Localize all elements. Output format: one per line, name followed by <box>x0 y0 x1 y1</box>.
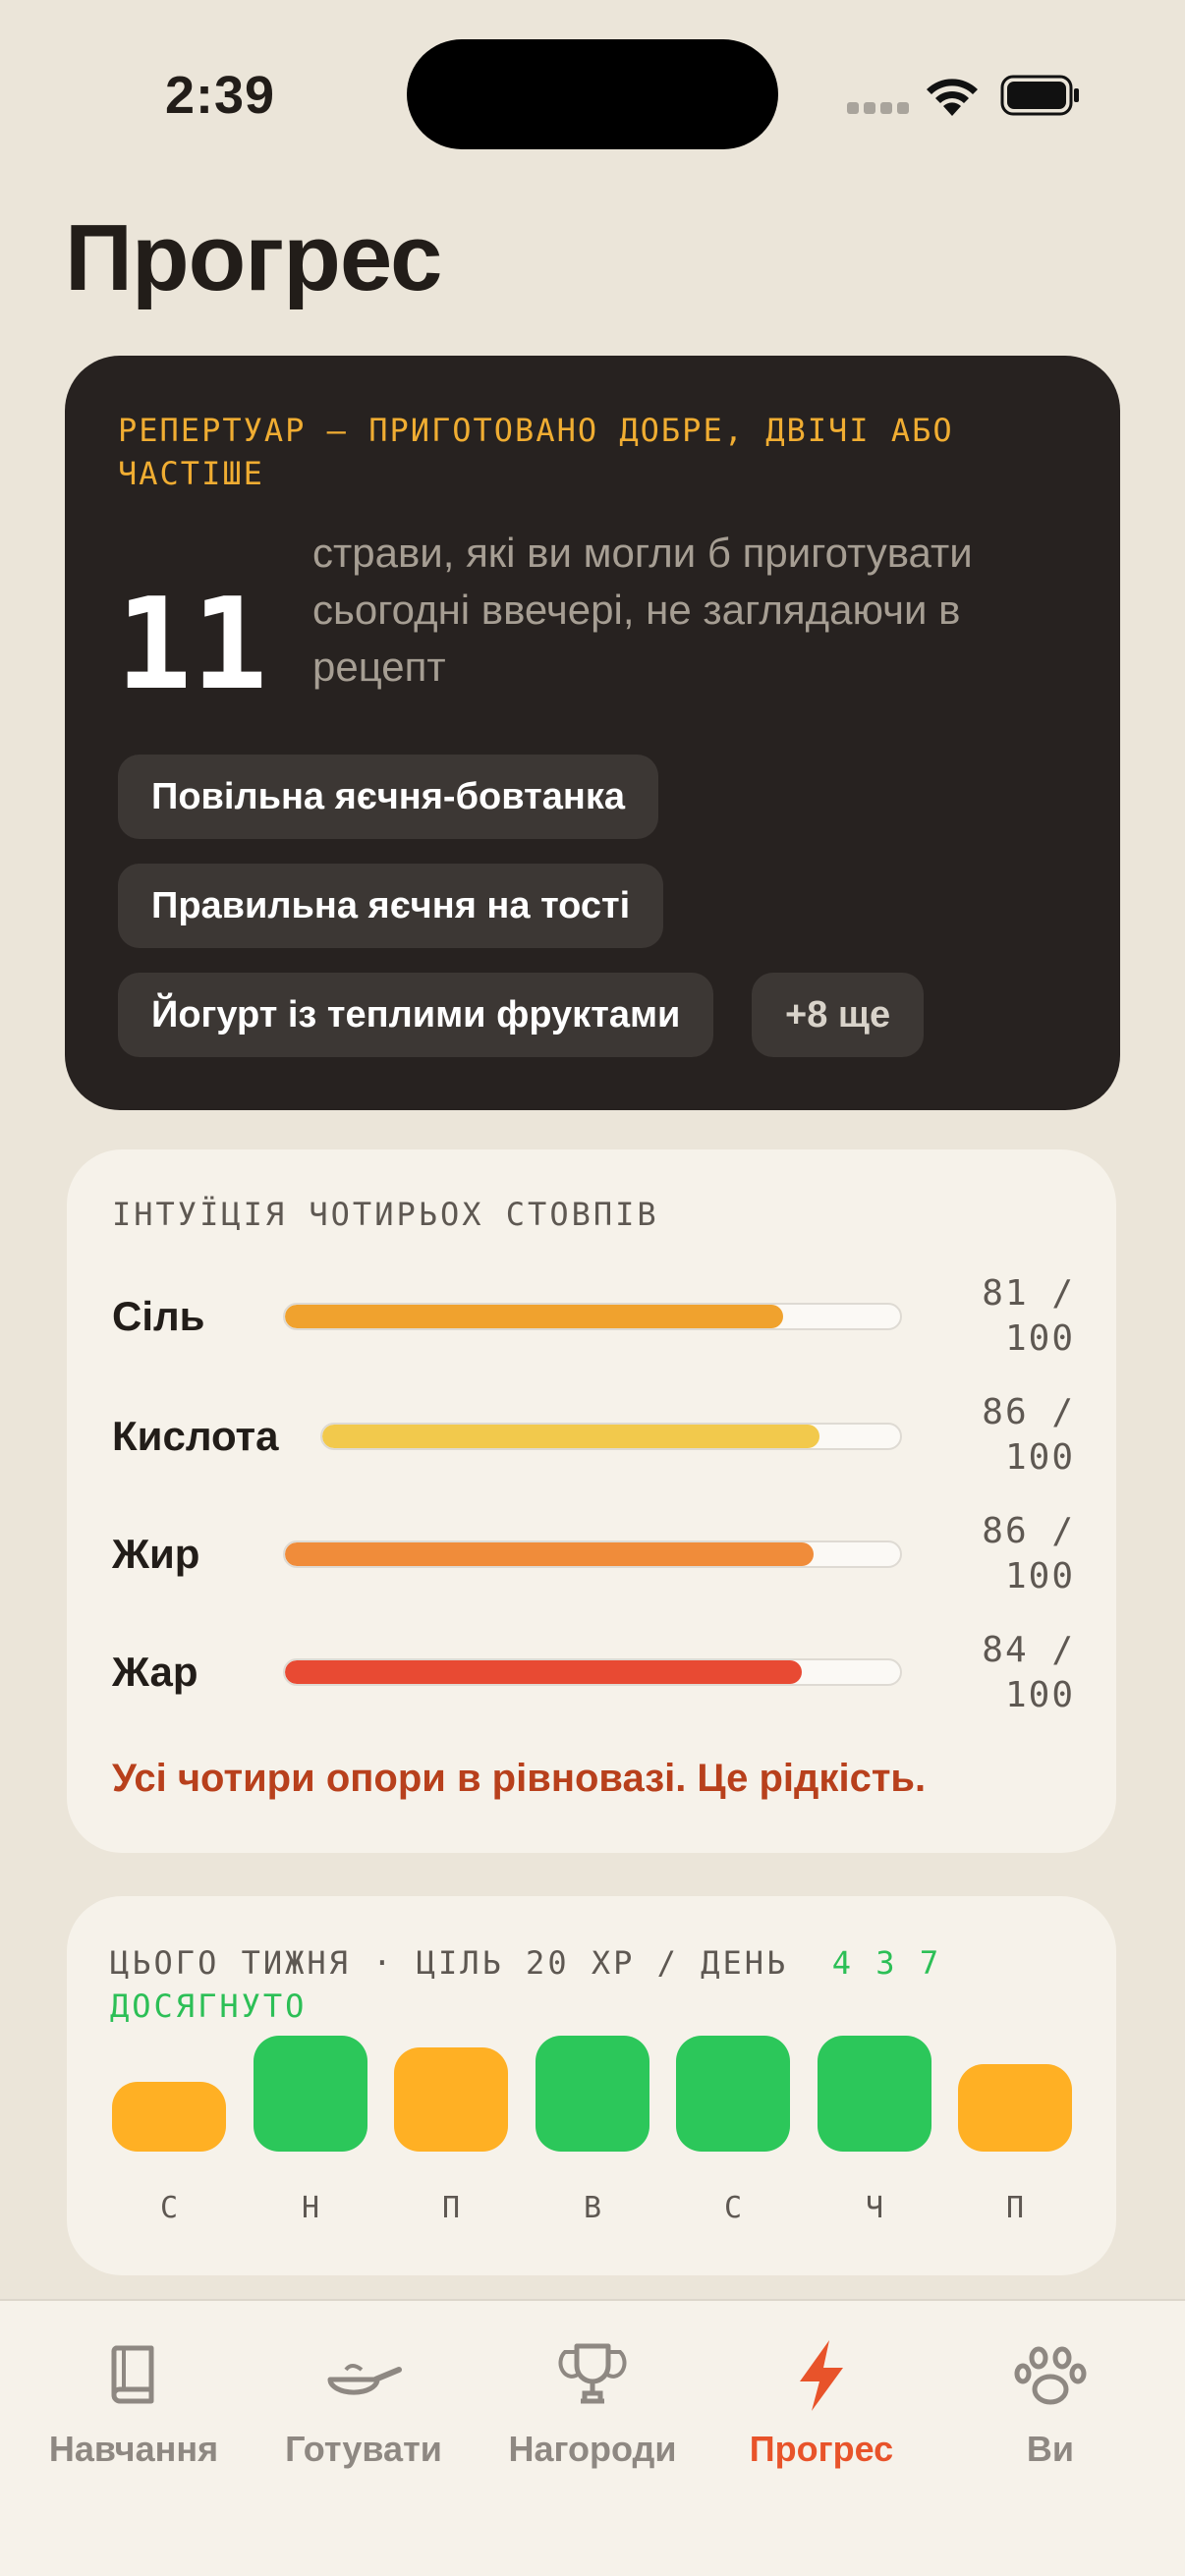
pillar-name-salt: Сіль <box>112 1293 205 1339</box>
status-bar: 2:39 <box>0 0 1185 187</box>
book-icon <box>111 2345 154 2404</box>
repertoire-label: РЕПЕРТУАР — ПРИГОТОВАНО ДОБРЕ, ДВІЧІ АБО… <box>118 412 954 492</box>
tab-label: Ви <box>1026 2429 1075 2469</box>
more-dishes-chip[interactable]: +8 ще <box>752 973 925 1057</box>
pillars-label: ІНТУЇЦІЯ ЧОТИРЬОХ СТОВПІВ <box>112 1196 659 1233</box>
paw-icon <box>1014 2346 1087 2405</box>
day-bar <box>112 2082 226 2152</box>
trophy-icon <box>558 2343 627 2404</box>
day-bar <box>394 2047 508 2152</box>
pillar-bar-fill <box>285 1660 802 1684</box>
day-letter: В <box>583 2191 602 2225</box>
cellular-signal-icon <box>847 102 910 114</box>
day-letter: П <box>441 2191 461 2225</box>
day-letter: С <box>159 2191 179 2225</box>
dynamic-island <box>407 39 778 149</box>
pillar-score-salt: 81 / 100 <box>982 1273 1075 1359</box>
frying-pan-icon <box>327 2364 402 2395</box>
pillar-bar-heat <box>283 1658 902 1686</box>
balance-message: Усі чотири опори в рівновазі. Це рідкіст… <box>112 1757 927 1800</box>
lightning-icon <box>800 2340 843 2411</box>
dish-chip[interactable]: Йогурт із теплими фруктами <box>118 973 714 1057</box>
pillar-score-acid: 86 / 100 <box>982 1392 1075 1478</box>
tab-bar: Навчання Готувати Нагороди Прогрес Ви <box>0 2299 1185 2576</box>
battery-icon <box>1000 75 1079 116</box>
pillar-bar-fill <box>285 1305 784 1328</box>
week-label: ЦЬОГО ТИЖНЯ · ЦІЛЬ 20 XP / ДЕНЬ 4 3 7 ДО… <box>110 1941 994 2028</box>
day-bar <box>536 2036 649 2152</box>
day-letter: С <box>723 2191 743 2225</box>
week-goal-text: ЦЬОГО ТИЖНЯ · ЦІЛЬ 20 XP / ДЕНЬ <box>110 1944 789 1982</box>
day-letter: П <box>1005 2191 1025 2225</box>
pillar-bar-acid <box>320 1423 902 1450</box>
tab-cook[interactable]: Готувати <box>255 2336 472 2470</box>
pillar-bar-fill <box>322 1425 819 1448</box>
pillar-name-heat: Жар <box>112 1649 198 1695</box>
day-letter: Н <box>301 2191 320 2225</box>
wifi-icon <box>927 79 978 116</box>
day-bar <box>254 2036 367 2152</box>
day-bar <box>676 2036 790 2152</box>
repertoire-description: страви, які ви могли б приготувати сього… <box>312 530 973 690</box>
day-bar <box>818 2036 931 2152</box>
tab-progress[interactable]: Прогрес <box>713 2336 930 2470</box>
tab-label: Нагороди <box>508 2429 677 2469</box>
pillar-score-fat: 86 / 100 <box>982 1511 1075 1596</box>
repertoire-card: РЕПЕРТУАР — ПРИГОТОВАНО ДОБРЕ, ДВІЧІ АБО… <box>65 356 1120 1110</box>
tab-you[interactable]: Ви <box>942 2336 1158 2470</box>
pillar-score-heat: 84 / 100 <box>982 1630 1075 1715</box>
page-title: Прогрес <box>65 205 442 310</box>
dish-chip[interactable]: Повільна яєчня-бовтанка <box>118 755 658 839</box>
day-letter: Ч <box>865 2191 884 2225</box>
pillars-card: ІНТУЇЦІЯ ЧОТИРЬОХ СТОВПІВ Сіль 81 / 100 … <box>67 1149 1116 1853</box>
status-time: 2:39 <box>165 66 276 125</box>
repertoire-count: 11 <box>116 572 268 718</box>
tab-awards[interactable]: Нагороди <box>484 2336 701 2470</box>
day-bar <box>958 2064 1072 2152</box>
tab-learn[interactable]: Навчання <box>26 2336 242 2470</box>
dish-chip[interactable]: Правильна яєчня на тості <box>118 864 664 948</box>
pillar-bar-fill <box>285 1542 815 1566</box>
pillar-bar-fat <box>283 1540 902 1568</box>
pillar-name-acid: Кислота <box>112 1413 279 1459</box>
tab-label: Прогрес <box>749 2429 894 2469</box>
tab-label: Готувати <box>285 2429 442 2469</box>
pillar-bar-salt <box>283 1303 902 1330</box>
week-card: ЦЬОГО ТИЖНЯ · ЦІЛЬ 20 XP / ДЕНЬ 4 3 7 ДО… <box>67 1896 1116 2275</box>
tab-label: Навчання <box>48 2429 219 2469</box>
pillar-name-fat: Жир <box>112 1531 200 1577</box>
